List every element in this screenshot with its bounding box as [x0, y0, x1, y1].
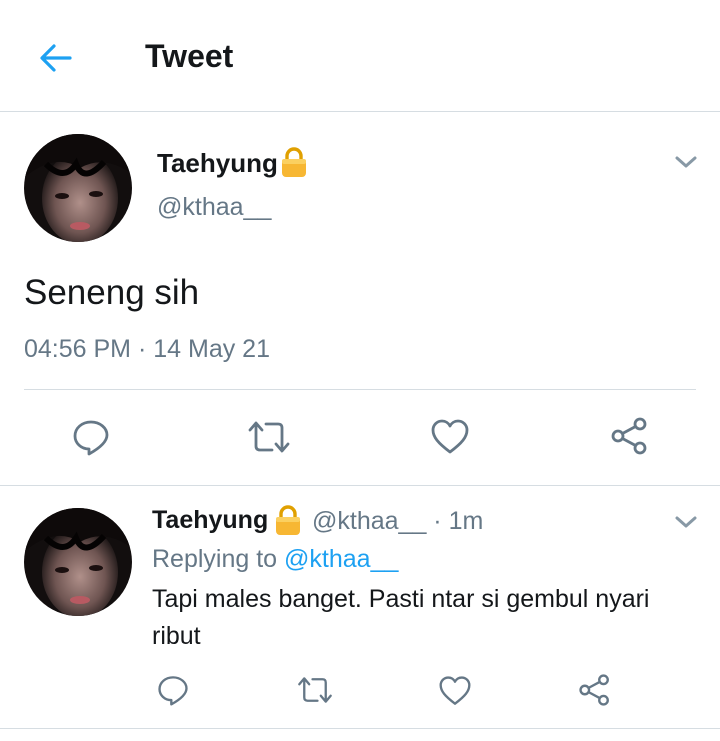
author-name[interactable]: Taehyung — [157, 148, 278, 179]
top-app-bar: Tweet — [0, 0, 720, 112]
reply-avatar[interactable] — [24, 508, 132, 616]
retweet-button[interactable] — [246, 418, 292, 461]
heart-icon — [439, 676, 471, 705]
share-button[interactable] — [610, 416, 650, 461]
reply-icon — [73, 420, 109, 456]
share-icon — [579, 674, 609, 706]
meta-separator: · — [137, 335, 147, 363]
tweet-timestamp: 04:56 PM · 14 May 21 — [24, 335, 270, 364]
retweet-icon — [248, 421, 290, 453]
back-arrow-icon — [40, 44, 72, 72]
share-button[interactable] — [578, 673, 612, 712]
reply-button[interactable] — [157, 674, 189, 711]
back-button[interactable] — [36, 38, 76, 78]
bottom-divider — [0, 728, 720, 729]
reply-author-name[interactable]: Taehyung — [152, 506, 268, 535]
reply-text: Tapi males banget. Pasti ntar si gembul … — [152, 585, 650, 650]
tweet-time: 04:56 PM — [24, 335, 132, 363]
reply-age: 1m — [448, 507, 484, 535]
page-title: Tweet — [145, 38, 234, 74]
replying-to-handle-link[interactable]: @kthaa__ — [284, 545, 398, 573]
like-button[interactable] — [430, 418, 470, 461]
meta-separator: · — [433, 507, 442, 535]
heart-icon — [431, 419, 469, 454]
reply-author-meta: @kthaa__ · 1m — [312, 507, 483, 536]
reply-button[interactable] — [72, 418, 110, 461]
chevron-down-icon[interactable] — [672, 512, 700, 537]
divider — [24, 389, 696, 390]
lock-icon — [274, 504, 302, 541]
like-button[interactable] — [438, 675, 472, 712]
replying-to-label: Replying to — [152, 545, 278, 573]
lock-icon — [280, 146, 308, 183]
replying-to: Replying to @kthaa__ — [152, 545, 398, 574]
retweet-button[interactable] — [296, 674, 334, 711]
section-divider — [0, 485, 720, 486]
tweet-text: Seneng sih — [24, 273, 200, 312]
avatar[interactable] — [24, 134, 132, 242]
reply-author-handle[interactable]: @kthaa__ — [312, 507, 426, 535]
reply-icon — [158, 676, 188, 706]
chevron-down-icon[interactable] — [672, 152, 700, 177]
tweet-date: 14 May 21 — [153, 335, 270, 363]
retweet-icon — [298, 677, 332, 703]
author-handle[interactable]: @kthaa__ — [157, 193, 271, 222]
share-icon — [611, 417, 647, 455]
